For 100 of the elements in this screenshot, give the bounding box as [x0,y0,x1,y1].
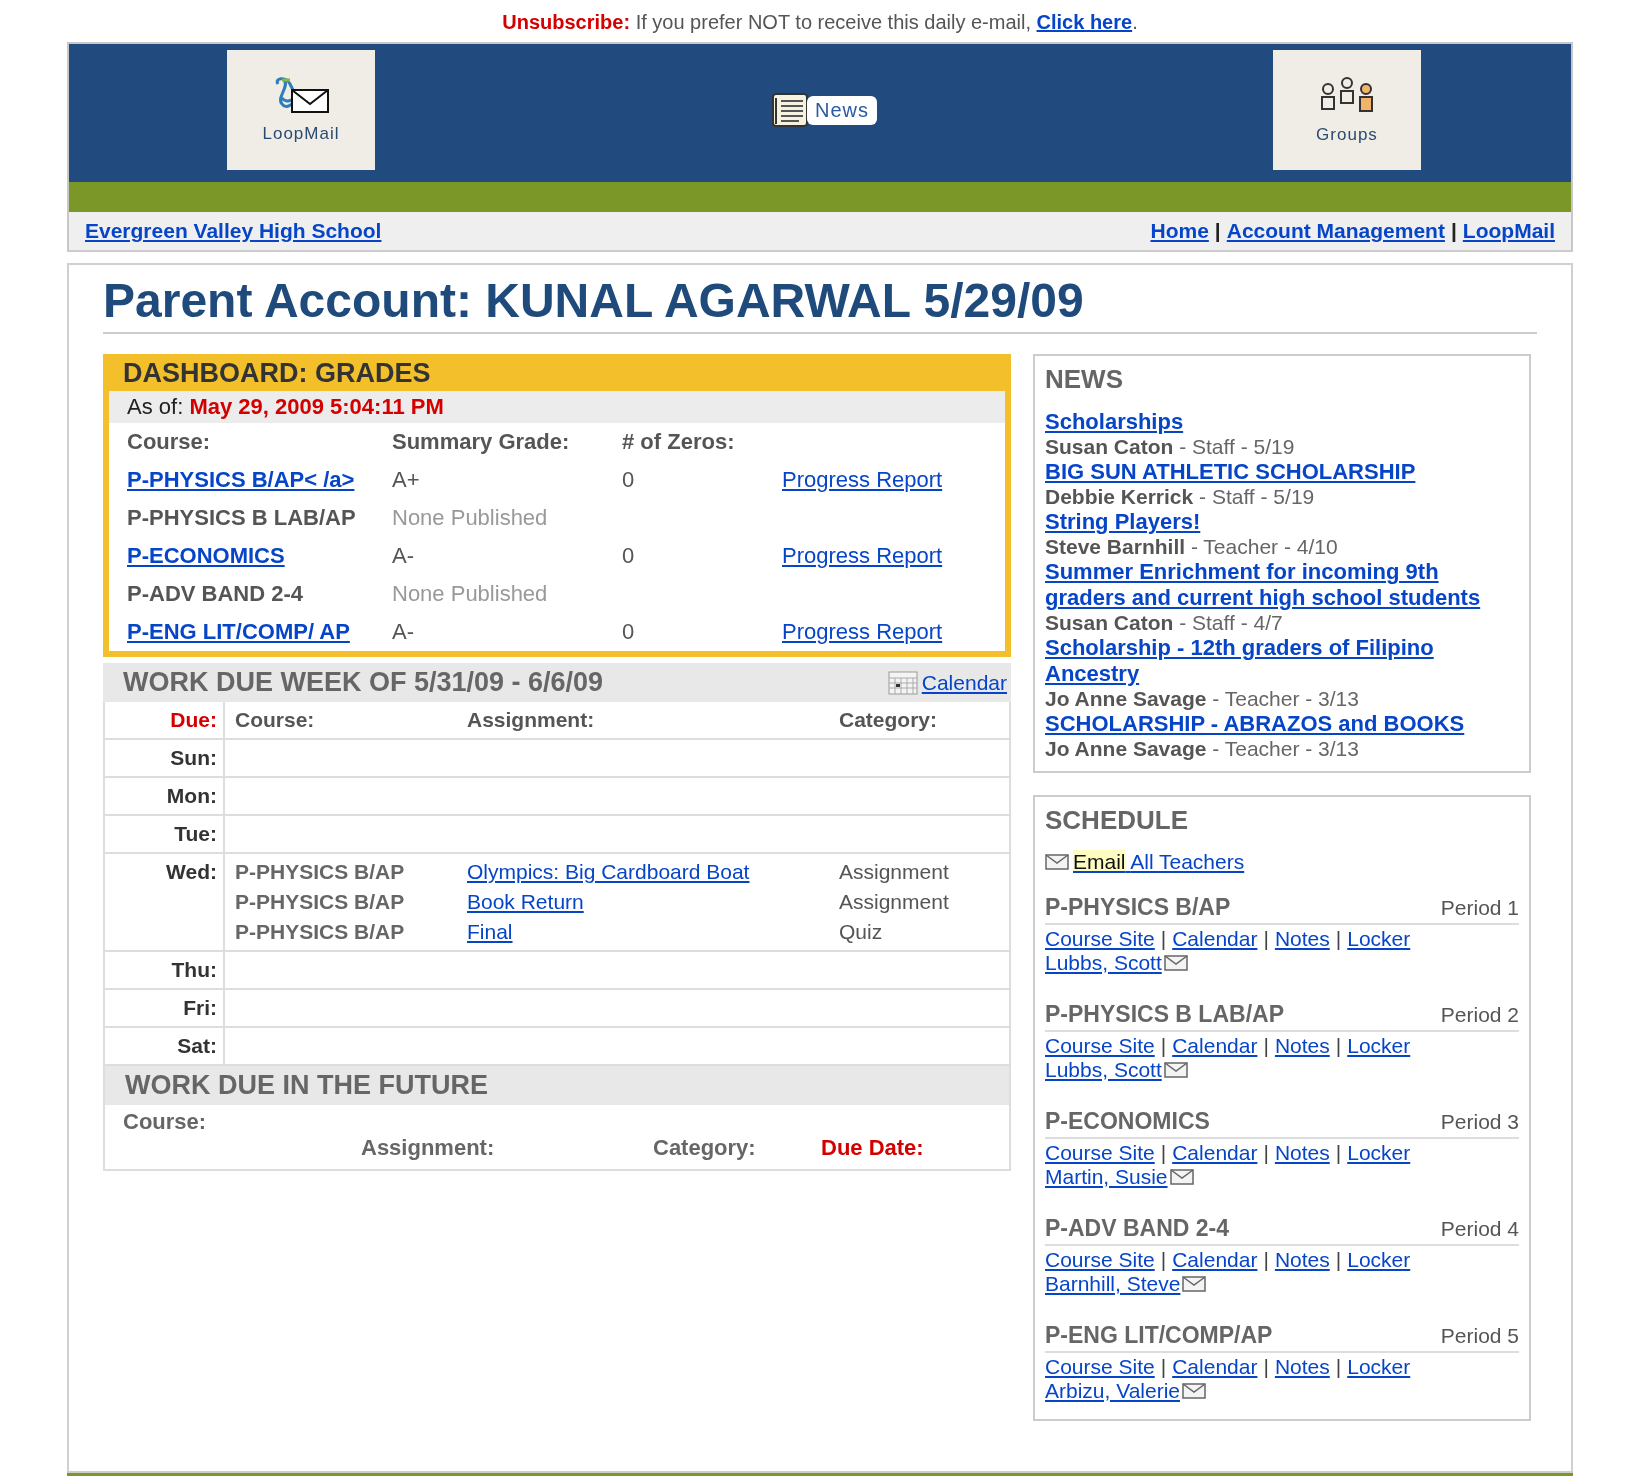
course-link[interactable]: Course Site [1045,1034,1155,1057]
news-link[interactable]: SCHOLARSHIP - ABRAZOS and BOOKS [1045,711,1519,737]
period-label: Period 2 [1440,1003,1519,1027]
course-name: P-ECONOMICS [1045,1108,1210,1135]
column-header: Course: [127,429,212,455]
course-link[interactable]: Calendar [1172,1355,1258,1378]
course-link[interactable]: Locker [1347,1248,1411,1271]
separator: | [1335,1141,1342,1164]
separator: | [1160,1248,1167,1271]
unsubscribe-notice: Unsubscribe: If you prefer NOT to receive this daily e-mail, Click here. [502,11,1138,33]
course-link[interactable]: Calendar [1172,1141,1258,1164]
separator: | [1263,1034,1269,1057]
progress-report-link[interactable]: Progress Report [782,619,987,645]
groups-button[interactable]: Groups [1273,50,1421,170]
course-link[interactable]: Locker [1347,1141,1411,1164]
news-link[interactable]: Summer Enrichment for incoming 9th graders and current high school students [1045,559,1519,611]
assignment-link[interactable]: Olympics: Big Cardboard Boat [467,860,750,883]
course-link[interactable]: Course Site [1045,927,1155,950]
course-link[interactable]: Course Site [1045,1355,1155,1378]
news-link[interactable]: String Players! [1045,509,1519,535]
section-title: WORK DUE WEEK OF 5/31/09 - 6/6/09 [123,667,604,698]
course-link[interactable]: Notes [1274,1034,1330,1057]
day-label: Sun: [105,740,225,776]
separator: | [1263,927,1269,950]
course-link[interactable]: Notes [1274,1141,1330,1164]
course-link[interactable]: Locker [1347,1355,1411,1378]
course-link[interactable]: P-PHYSICS B/AP< /a> [127,467,392,493]
page-title: Parent Account: KUNAL AGARWAL 5/29/09 [103,273,1537,334]
period-label: Period 5 [1440,1324,1519,1348]
envelope-icon [1163,955,1188,971]
news-link[interactable]: BIG SUN ATHLETIC SCHOLARSHIP [1045,459,1519,485]
course-link[interactable]: Notes [1274,1248,1330,1271]
teacher-link[interactable]: Arbizu, Valerie [1045,1379,1180,1403]
course-name: P-PHYSICS B LAB/AP [1045,1001,1284,1028]
separator: | [1335,1034,1342,1057]
separator: | [1160,1355,1167,1378]
nav-link[interactable]: Home [1150,219,1209,242]
news-byline: Jo Anne Savage - Teacher - 3/13 [1045,687,1360,711]
calendar-link[interactable]: Calendar [921,670,1007,695]
course-link[interactable]: Locker [1347,927,1411,950]
assignment-link[interactable]: Final [467,920,513,943]
separator: | [1450,219,1457,242]
category: Assignment [839,860,950,884]
zeros-count: 0 [622,619,636,645]
course-link[interactable]: P-ENG LIT/COMP/ AP [127,619,392,645]
email-all-teachers-link[interactable]: Email All Teachers [1073,850,1245,874]
as-of-date: As of: May 29, 2009 5:04:11 PM [109,391,1005,423]
calendar-icon [887,670,918,695]
course-link[interactable]: Course Site [1045,1141,1155,1164]
news-byline: Jo Anne Savage - Teacher - 3/13 [1045,737,1360,761]
course-link[interactable]: Locker [1347,1034,1411,1057]
teacher-link[interactable]: Martin, Susie [1045,1165,1168,1189]
course-name: P-PHYSICS B/AP [235,920,406,944]
section-title: WORK DUE IN THE FUTURE [125,1070,488,1101]
column-header: Course: [123,1109,208,1136]
course-link[interactable]: P-ECONOMICS [127,543,392,569]
summary-grade: None Published [392,505,549,531]
separator: | [1160,927,1167,950]
zeros-count: 0 [622,467,636,493]
course-name: P-ADV BAND 2-4 [127,581,305,607]
course-name: P-ADV BAND 2-4 [1045,1215,1230,1242]
teacher-link[interactable]: Lubbs, Scott [1045,1058,1162,1082]
column-header: Assignment: [467,708,596,732]
separator: | [1263,1355,1269,1378]
separator: | [1263,1141,1269,1164]
news-link[interactable]: Scholarships [1045,409,1519,435]
teacher-link[interactable]: Lubbs, Scott [1045,951,1162,975]
separator: | [1335,1355,1342,1378]
category: Quiz [839,920,884,944]
summary-grade: A- [392,543,415,569]
loopmail-button[interactable]: LoopMail [227,50,375,170]
course-link[interactable]: Course Site [1045,1248,1155,1271]
school-link[interactable]: Evergreen Valley High School [85,219,382,243]
course-link[interactable]: Calendar [1172,927,1258,950]
period-label: Period 4 [1440,1217,1519,1241]
zeros-count: 0 [622,543,636,569]
progress-report-link[interactable]: Progress Report [782,543,987,569]
course-link[interactable]: Notes [1274,927,1330,950]
envelope-icon [1045,854,1069,870]
separator: | [1335,1248,1342,1271]
progress-report-link[interactable]: Progress Report [782,467,987,493]
envelope-icon [1163,1062,1188,1078]
separator: | [1160,1141,1167,1164]
course-name: P-PHYSICS B/AP [235,860,406,884]
news-byline: Debbie Kerrick - Staff - 5/19 [1045,485,1316,509]
summary-grade: A+ [392,467,421,493]
course-link[interactable]: Notes [1274,1355,1330,1378]
click-here-link[interactable]: Click here [1036,11,1133,33]
column-header: Category: [653,1135,757,1161]
day-label: Tue: [105,816,225,852]
course-link[interactable]: Calendar [1172,1034,1258,1057]
nav-link[interactable]: Account Management [1226,219,1445,242]
teacher-link[interactable]: Barnhill, Steve [1045,1272,1181,1296]
course-link[interactable]: Calendar [1172,1248,1258,1271]
section-title: NEWS [1045,364,1124,395]
nav-link[interactable]: LoopMail [1462,219,1555,242]
day-label: Wed: [105,854,225,950]
assignment-link[interactable]: Book Return [467,890,584,913]
news-link[interactable]: Scholarship - 12th graders of Filipino Ancestry [1045,635,1519,687]
column-header: Assignment: [361,1135,496,1161]
